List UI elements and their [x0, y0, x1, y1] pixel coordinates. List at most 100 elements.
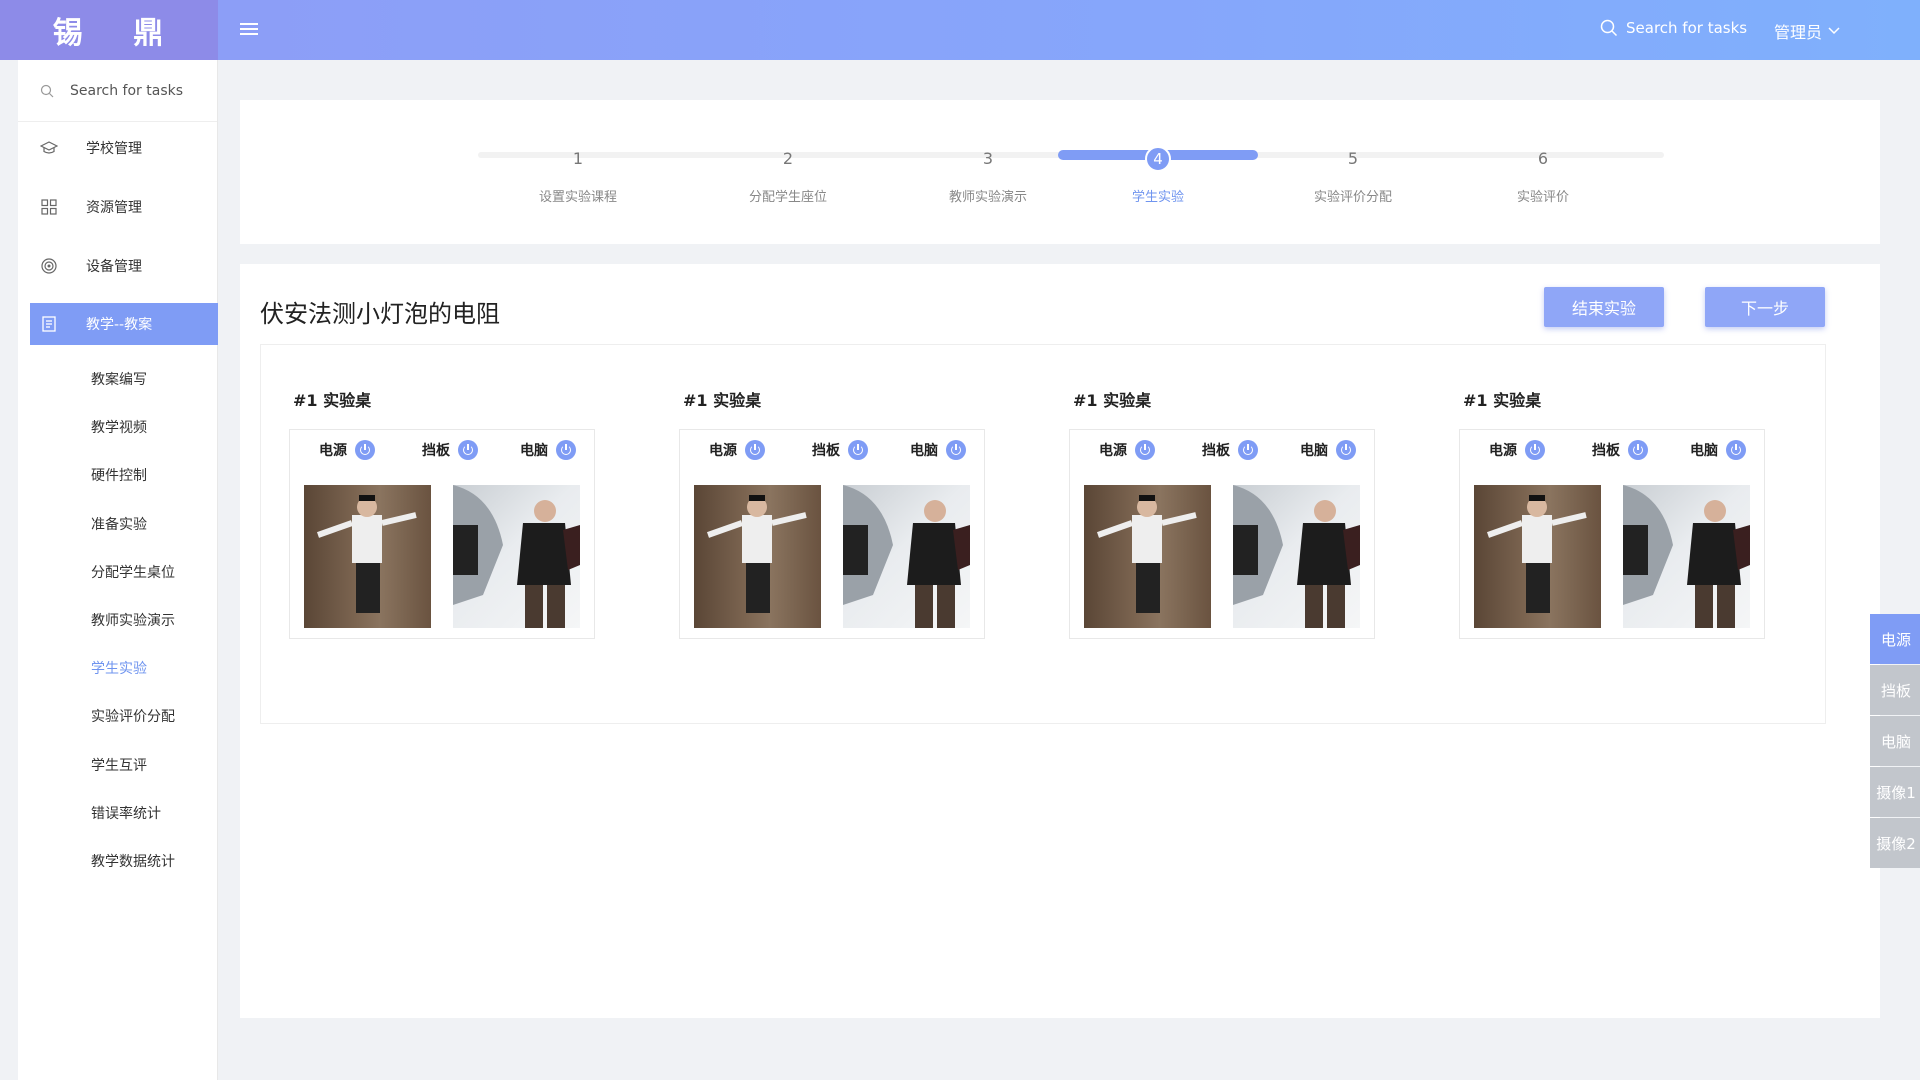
camera-image: [1623, 485, 1750, 628]
float-tab-computer[interactable]: 电脑: [1870, 716, 1920, 766]
header-search-input[interactable]: [1626, 19, 1756, 37]
top-header: 锡 鼎 管理员: [0, 0, 1920, 60]
power-toggle-icon[interactable]: [1238, 440, 1258, 460]
desk-title: #1 实验桌: [1073, 391, 1152, 410]
sidebar-subitem[interactable]: 准备实验: [91, 514, 147, 534]
computer-control: 电脑: [1690, 440, 1746, 460]
camera-feed-2[interactable]: [843, 485, 970, 628]
sidebar-item-teaching[interactable]: 教学--教案: [30, 303, 218, 345]
power-toggle-icon[interactable]: [1135, 440, 1155, 460]
power-control: 电源: [319, 440, 375, 460]
desk-title: #1 实验桌: [293, 391, 372, 410]
sidebar-item-school[interactable]: 学校管理: [18, 127, 218, 169]
control-label: 电源: [709, 443, 737, 459]
sidebar-item-devices[interactable]: 设备管理: [18, 245, 218, 287]
experiment-panel: 伏安法测小灯泡的电阻 结束实验 下一步 #1 实验桌 电源 挡板 电脑 #1 实…: [240, 264, 1880, 1018]
power-toggle-icon[interactable]: [946, 440, 966, 460]
floating-control-tabs: 电源 挡板 电脑 摄像1 摄像2: [1870, 614, 1920, 869]
power-toggle-icon[interactable]: [355, 440, 375, 460]
search-icon: [40, 84, 54, 97]
step-2-label: 分配学生座位: [748, 190, 828, 205]
desk-title: #1 实验桌: [1463, 391, 1542, 410]
camera-feed-1[interactable]: [1474, 485, 1601, 628]
control-label: 挡板: [812, 443, 840, 459]
sidebar-subitem[interactable]: 教师实验演示: [91, 610, 175, 630]
app-logo: 锡 鼎: [0, 0, 218, 60]
sidebar-subitem[interactable]: 教案编写: [91, 369, 147, 389]
camera-feed-1[interactable]: [694, 485, 821, 628]
sidebar-subitem[interactable]: 教学数据统计: [91, 851, 175, 871]
graduation-cap-icon: [40, 141, 58, 154]
control-label: 挡板: [1202, 443, 1230, 459]
float-tab-baffle[interactable]: 挡板: [1870, 665, 1920, 715]
control-label: 电源: [319, 443, 347, 459]
desk-title: #1 实验桌: [683, 391, 762, 410]
step-6-label: 实验评价: [1516, 190, 1570, 205]
float-tab-power[interactable]: 电源: [1870, 614, 1920, 664]
power-toggle-icon[interactable]: [1726, 440, 1746, 460]
control-label: 电脑: [520, 443, 548, 459]
sidebar-subitem[interactable]: 分配学生桌位: [91, 562, 175, 582]
power-control: 电源: [709, 440, 765, 460]
control-label: 电脑: [1300, 443, 1328, 459]
sidebar-subitem[interactable]: 教学视频: [91, 417, 147, 437]
power-toggle-icon[interactable]: [458, 440, 478, 460]
desk-card: 电源 挡板 电脑: [1069, 429, 1375, 639]
header-search: [1600, 19, 1756, 37]
desk-card: 电源 挡板 电脑: [1459, 429, 1765, 639]
power-toggle-icon[interactable]: [1336, 440, 1356, 460]
steps-panel: 1 2 3 4 5 6 设置实验课程 分配学生座位 教师实验演示 学生实验 实验…: [240, 100, 1880, 244]
power-toggle-icon[interactable]: [745, 440, 765, 460]
desk-card: 电源 挡板 电脑: [679, 429, 985, 639]
document-icon: [42, 316, 56, 332]
sidebar-search: [18, 60, 217, 122]
step-2-number[interactable]: 2: [775, 146, 801, 172]
step-3-label: 教师实验演示: [948, 190, 1028, 205]
step-1-number[interactable]: 1: [565, 146, 591, 172]
sidebar-subitem[interactable]: 错误率统计: [91, 803, 161, 823]
experiment-title: 伏安法测小灯泡的电阻: [260, 300, 500, 328]
camera-feed-2[interactable]: [1233, 485, 1360, 628]
camera-feed-1[interactable]: [1084, 485, 1211, 628]
control-label: 挡板: [422, 443, 450, 459]
baffle-control: 挡板: [422, 440, 478, 460]
step-4-number[interactable]: 4: [1145, 146, 1171, 172]
float-tab-camera-2[interactable]: 摄像2: [1870, 818, 1920, 868]
camera-feed-1[interactable]: [304, 485, 431, 628]
camera-image: [1097, 495, 1197, 613]
sidebar-item-label: 学校管理: [86, 141, 142, 157]
baffle-control: 挡板: [1592, 440, 1648, 460]
power-control: 电源: [1099, 440, 1155, 460]
desk-area: #1 实验桌 电源 挡板 电脑 #1 实验桌 电源 挡板 电脑 #1 实验桌 电…: [260, 344, 1826, 724]
sidebar-subitem-active[interactable]: 学生实验: [91, 658, 147, 678]
step-6-number[interactable]: 6: [1530, 146, 1556, 172]
sidebar-subitem[interactable]: 实验评价分配: [91, 706, 175, 726]
desk-card: 电源 挡板 电脑: [289, 429, 595, 639]
control-label: 电脑: [910, 443, 938, 459]
step-3-number[interactable]: 3: [975, 146, 1001, 172]
sidebar-item-label: 资源管理: [86, 200, 142, 216]
end-experiment-button[interactable]: 结束实验: [1544, 287, 1664, 327]
computer-control: 电脑: [910, 440, 966, 460]
control-label: 挡板: [1592, 443, 1620, 459]
camera-feed-2[interactable]: [453, 485, 580, 628]
search-icon: [1600, 19, 1618, 37]
float-tab-camera-1[interactable]: 摄像1: [1870, 767, 1920, 817]
chevron-down-icon: [1828, 27, 1840, 35]
power-toggle-icon[interactable]: [556, 440, 576, 460]
sidebar-item-resources[interactable]: 资源管理: [18, 186, 218, 228]
user-menu[interactable]: 管理员: [1774, 19, 1840, 43]
grid-icon: [41, 199, 57, 215]
sidebar-subitem[interactable]: 学生互评: [91, 755, 147, 775]
step-5-number[interactable]: 5: [1340, 146, 1366, 172]
next-step-button[interactable]: 下一步: [1705, 287, 1825, 327]
menu-toggle-icon[interactable]: [240, 20, 258, 40]
power-toggle-icon[interactable]: [1525, 440, 1545, 460]
sidebar-subitem[interactable]: 硬件控制: [91, 465, 147, 485]
power-toggle-icon[interactable]: [1628, 440, 1648, 460]
camera-feed-2[interactable]: [1623, 485, 1750, 628]
power-toggle-icon[interactable]: [848, 440, 868, 460]
control-label: 电源: [1489, 443, 1517, 459]
computer-control: 电脑: [520, 440, 576, 460]
sidebar-search-input[interactable]: [70, 82, 200, 99]
